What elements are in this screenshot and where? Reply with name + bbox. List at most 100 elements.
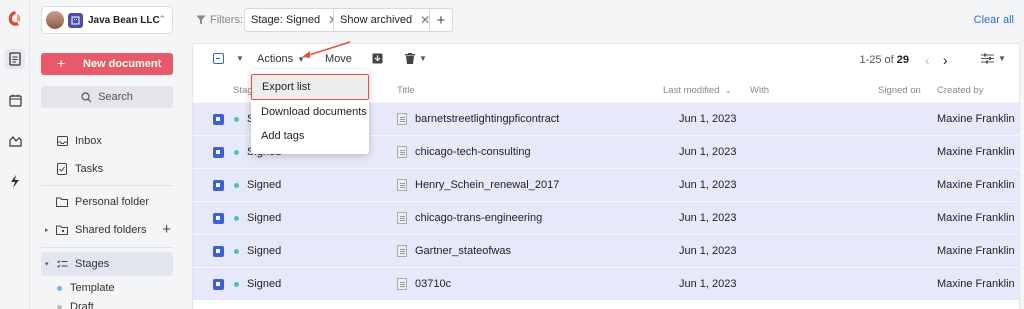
row-title[interactable]: Henry_Schein_renewal_2017 [397, 179, 559, 192]
org-building-icon [68, 12, 83, 28]
sidebar-item-inbox[interactable]: Inbox [41, 129, 173, 153]
status-dot-icon [234, 182, 239, 188]
header-created-by[interactable]: Created by [937, 85, 983, 96]
shared-folder-icon [55, 225, 69, 235]
row-checkbox[interactable] [213, 147, 224, 161]
sidebar-item-shared-folders[interactable]: ▸ Shared folders + [41, 218, 173, 242]
row-title[interactable]: Gartner_stateofwas [397, 245, 511, 258]
header-with[interactable]: With [750, 85, 769, 96]
checkbox-partial-icon [213, 53, 224, 64]
row-checkbox[interactable] [213, 279, 224, 293]
add-folder-icon[interactable]: + [162, 221, 171, 238]
row-modified: Jun 1, 2023 [679, 179, 737, 191]
sidebar-item-label: Stages [75, 258, 110, 270]
table-row[interactable]: Signed chicago-trans-engineering Jun 1, … [193, 201, 1019, 234]
analytics-icon[interactable] [5, 131, 25, 151]
divider [41, 247, 173, 248]
org-switcher[interactable]: Java Bean LLC ⌃ [41, 6, 173, 34]
row-checkbox[interactable] [213, 213, 224, 227]
checkbox-checked-icon [213, 147, 224, 158]
table-row[interactable]: Signed Henry_Schein_renewal_2017 Jun 1, … [193, 168, 1019, 201]
filters-label: Filters: [196, 14, 243, 26]
document-icon [397, 146, 407, 159]
next-page-icon[interactable]: › [943, 52, 948, 68]
stages-list-icon [55, 259, 69, 269]
select-all-checkbox[interactable]: ▼ [213, 53, 244, 64]
inbox-icon [55, 136, 69, 146]
sliders-icon [981, 53, 994, 64]
sidebar-item-label: Inbox [75, 135, 102, 147]
checkbox-checked-icon [213, 279, 224, 290]
sidebar-item-label: Personal folder [75, 196, 149, 208]
collapse-caret-icon[interactable]: ▾ [45, 260, 49, 268]
column-settings-button[interactable]: ▼ [981, 53, 1006, 64]
row-title[interactable]: chicago-trans-engineering [397, 212, 542, 225]
actions-button[interactable]: Actions ▼ [257, 53, 305, 65]
annotation-arrow-icon [302, 41, 351, 58]
row-checkbox[interactable] [213, 180, 224, 194]
status-dot-icon [234, 281, 239, 287]
new-document-button[interactable]: + New document [41, 53, 173, 75]
caret-down-icon[interactable]: ▼ [236, 54, 244, 63]
menu-item-add-tags[interactable]: Add tags [251, 123, 369, 149]
sidebar: Java Bean LLC ⌃ + New document Search In… [30, 0, 192, 309]
filter-icon [196, 15, 206, 25]
actions-label: Actions [257, 53, 294, 65]
row-modified: Jun 1, 2023 [679, 113, 737, 125]
stage-item-draft[interactable]: Draft [57, 301, 94, 309]
search-label: Search [98, 91, 133, 103]
status-dot-icon [234, 215, 239, 221]
filter-chip-stage[interactable]: Stage: Signed ✕ [244, 8, 346, 32]
header-signed-on[interactable]: Signed on [878, 85, 921, 96]
header-title[interactable]: Title [397, 85, 415, 96]
tasks-icon [55, 163, 69, 175]
row-stage: Signed [234, 179, 281, 191]
row-created-by: Maxine Franklin [937, 278, 1015, 290]
row-title-label: 03710c [415, 278, 452, 290]
row-title[interactable]: 03710c [397, 278, 452, 291]
stage-dot-icon [57, 285, 62, 291]
row-stage-label: Signed [247, 278, 282, 290]
document-icon [397, 245, 407, 258]
search-button[interactable]: Search [41, 86, 173, 108]
calendar-icon[interactable] [5, 90, 25, 110]
row-created-by: Maxine Franklin [937, 113, 1015, 125]
pagination-range: 1-25 of [859, 54, 894, 66]
row-stage: Signed [234, 278, 281, 290]
row-title[interactable]: barnetstreetlightingpficontract [397, 113, 559, 126]
row-title[interactable]: chicago-tech-consulting [397, 146, 531, 159]
stage-dot-icon [57, 304, 62, 309]
table-row[interactable]: Signed 03710c Jun 1, 2023 Maxine Frankli… [193, 267, 1019, 300]
delete-button[interactable]: ▼ [405, 53, 427, 64]
row-checkbox[interactable] [213, 246, 224, 260]
sidebar-item-label: Shared folders [75, 224, 147, 236]
table-row[interactable]: Signed Gartner_stateofwas Jun 1, 2023 Ma… [193, 234, 1019, 267]
expand-caret-icon[interactable]: ▸ [45, 226, 49, 234]
sidebar-item-tasks[interactable]: Tasks [41, 157, 173, 181]
clear-all-link[interactable]: Clear all [974, 14, 1014, 26]
checkbox-checked-icon [213, 246, 224, 257]
status-dot-icon [234, 116, 239, 122]
header-stage[interactable]: Stag [233, 85, 253, 96]
lightning-icon[interactable] [5, 171, 25, 191]
row-created-by: Maxine Franklin [937, 245, 1015, 257]
add-filter-button[interactable]: + [429, 8, 453, 32]
sidebar-item-personal-folder[interactable]: Personal folder [41, 190, 173, 214]
chevron-updown-icon: ⌃ [158, 14, 166, 24]
filter-chip-archived[interactable]: Show archived ✕ [333, 8, 438, 32]
avatar [46, 11, 64, 29]
menu-item-export-list[interactable]: Export list [251, 74, 369, 100]
row-stage: Signed [234, 245, 281, 257]
header-last-modified-label: Last modified [663, 85, 720, 96]
documents-icon[interactable] [5, 49, 25, 69]
header-last-modified[interactable]: Last modified ⌄ [663, 85, 732, 96]
org-name: Java Bean LLC [88, 14, 160, 26]
menu-item-download-documents[interactable]: Download documents [251, 99, 369, 125]
archive-icon[interactable] [372, 53, 383, 64]
prev-page-icon[interactable]: ‹ [925, 52, 930, 68]
stage-item-template[interactable]: Template [57, 282, 115, 294]
row-checkbox[interactable] [213, 114, 224, 128]
app-logo-icon[interactable] [7, 10, 23, 28]
folder-icon [55, 197, 69, 207]
sidebar-item-stages[interactable]: ▾ Stages [41, 252, 173, 276]
